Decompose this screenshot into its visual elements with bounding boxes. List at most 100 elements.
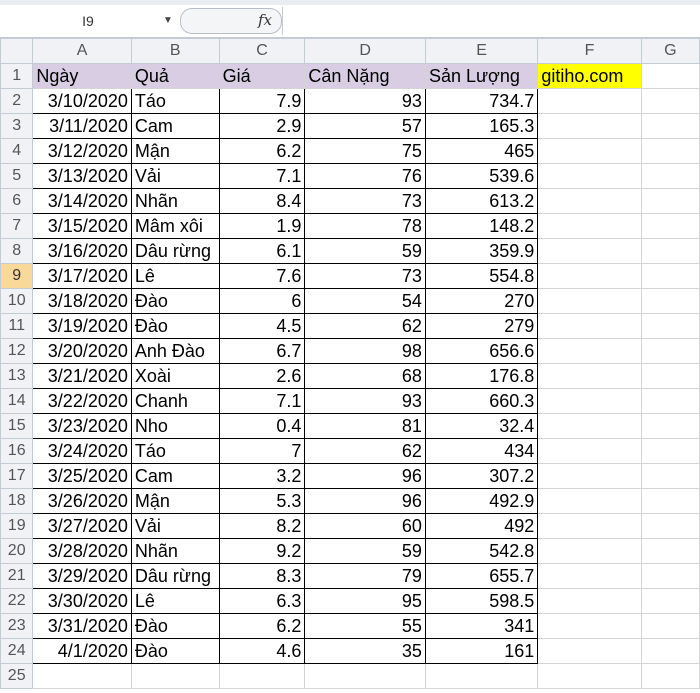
- data-cell[interactable]: Lê: [130, 588, 220, 614]
- data-cell[interactable]: 79: [304, 563, 426, 589]
- cell[interactable]: [640, 288, 700, 314]
- cell[interactable]: [537, 488, 642, 514]
- data-cell[interactable]: 32.4: [424, 413, 539, 439]
- row-header-22[interactable]: 22: [0, 588, 34, 614]
- data-cell[interactable]: Nho: [130, 413, 220, 439]
- cell[interactable]: [640, 238, 700, 264]
- cell[interactable]: [640, 338, 700, 364]
- cell[interactable]: [537, 513, 642, 539]
- cell[interactable]: [537, 238, 642, 264]
- cell[interactable]: [537, 413, 642, 439]
- cell[interactable]: [537, 163, 642, 189]
- select-all-corner[interactable]: [0, 38, 34, 64]
- data-cell[interactable]: 3/20/2020: [32, 338, 132, 364]
- data-cell[interactable]: 93: [304, 88, 426, 114]
- cell[interactable]: [640, 313, 700, 339]
- data-cell[interactable]: 62: [304, 438, 426, 464]
- cell[interactable]: [640, 263, 700, 289]
- data-cell[interactable]: 81: [304, 413, 426, 439]
- cell[interactable]: [537, 588, 642, 614]
- cell[interactable]: [218, 663, 306, 689]
- data-cell[interactable]: 165.3: [424, 113, 539, 139]
- data-cell[interactable]: 3/14/2020: [32, 188, 132, 214]
- row-header-7[interactable]: 7: [0, 213, 34, 239]
- data-cell[interactable]: 3/13/2020: [32, 163, 132, 189]
- data-cell[interactable]: 8.2: [218, 513, 306, 539]
- row-header-5[interactable]: 5: [0, 163, 34, 189]
- cell[interactable]: [640, 363, 700, 389]
- data-cell[interactable]: 148.2: [424, 213, 539, 239]
- row-header-25[interactable]: 25: [0, 663, 34, 689]
- data-cell[interactable]: 3/16/2020: [32, 238, 132, 264]
- data-cell[interactable]: 96: [304, 463, 426, 489]
- cell[interactable]: [537, 663, 642, 689]
- column-header-E[interactable]: E: [424, 38, 539, 64]
- data-cell[interactable]: 7.9: [218, 88, 306, 114]
- cell[interactable]: [537, 113, 642, 139]
- data-cell[interactable]: 6.1: [218, 238, 306, 264]
- data-cell[interactable]: 6.2: [218, 138, 306, 164]
- cell[interactable]: [537, 638, 642, 664]
- data-cell[interactable]: 359.9: [424, 238, 539, 264]
- row-header-21[interactable]: 21: [0, 563, 34, 589]
- header-cell[interactable]: Giá: [218, 63, 306, 89]
- data-cell[interactable]: Xoài: [130, 363, 220, 389]
- data-cell[interactable]: 270: [424, 288, 539, 314]
- data-cell[interactable]: Mâm xôi: [130, 213, 220, 239]
- data-cell[interactable]: Đào: [130, 288, 220, 314]
- row-header-4[interactable]: 4: [0, 138, 34, 164]
- data-cell[interactable]: 3/23/2020: [32, 413, 132, 439]
- cell[interactable]: [640, 463, 700, 489]
- cell[interactable]: [640, 638, 700, 664]
- formula-input[interactable]: [282, 7, 700, 35]
- column-header-G[interactable]: G: [640, 38, 700, 64]
- cell[interactable]: [640, 563, 700, 589]
- data-cell[interactable]: 54: [304, 288, 426, 314]
- data-cell[interactable]: 3/17/2020: [32, 263, 132, 289]
- data-cell[interactable]: Cam: [130, 113, 220, 139]
- header-cell[interactable]: Ngày: [32, 63, 132, 89]
- row-header-3[interactable]: 3: [0, 113, 34, 139]
- cell[interactable]: [640, 488, 700, 514]
- data-cell[interactable]: 434: [424, 438, 539, 464]
- row-header-10[interactable]: 10: [0, 288, 34, 314]
- header-cell[interactable]: Cân Nặng: [304, 63, 426, 89]
- cell[interactable]: [640, 63, 700, 89]
- cell[interactable]: [640, 163, 700, 189]
- cell[interactable]: [537, 613, 642, 639]
- data-cell[interactable]: Chanh: [130, 388, 220, 414]
- row-header-8[interactable]: 8: [0, 238, 34, 264]
- data-cell[interactable]: Dâu rừng: [130, 563, 220, 589]
- cell[interactable]: [537, 213, 642, 239]
- cell[interactable]: [640, 413, 700, 439]
- data-cell[interactable]: 95: [304, 588, 426, 614]
- data-cell[interactable]: 3/12/2020: [32, 138, 132, 164]
- data-cell[interactable]: 78: [304, 213, 426, 239]
- row-header-12[interactable]: 12: [0, 338, 34, 364]
- name-box[interactable]: I9: [0, 9, 176, 33]
- cell[interactable]: [537, 138, 642, 164]
- data-cell[interactable]: 8.4: [218, 188, 306, 214]
- data-cell[interactable]: 6.7: [218, 338, 306, 364]
- data-cell[interactable]: 279: [424, 313, 539, 339]
- cell[interactable]: [537, 288, 642, 314]
- data-cell[interactable]: 3/21/2020: [32, 363, 132, 389]
- data-cell[interactable]: Lê: [130, 263, 220, 289]
- data-cell[interactable]: 3/19/2020: [32, 313, 132, 339]
- data-cell[interactable]: 59: [304, 538, 426, 564]
- data-cell[interactable]: 598.5: [424, 588, 539, 614]
- data-cell[interactable]: Nhãn: [130, 538, 220, 564]
- data-cell[interactable]: 3/31/2020: [32, 613, 132, 639]
- data-cell[interactable]: 4/1/2020: [32, 638, 132, 664]
- row-header-23[interactable]: 23: [0, 613, 34, 639]
- cell[interactable]: [537, 338, 642, 364]
- data-cell[interactable]: 62: [304, 313, 426, 339]
- data-cell[interactable]: 2.6: [218, 363, 306, 389]
- data-cell[interactable]: 68: [304, 363, 426, 389]
- data-cell[interactable]: 539.6: [424, 163, 539, 189]
- cell[interactable]: [640, 138, 700, 164]
- data-cell[interactable]: Anh Đào: [130, 338, 220, 364]
- data-cell[interactable]: 3/26/2020: [32, 488, 132, 514]
- data-cell[interactable]: 161: [424, 638, 539, 664]
- data-cell[interactable]: 492.9: [424, 488, 539, 514]
